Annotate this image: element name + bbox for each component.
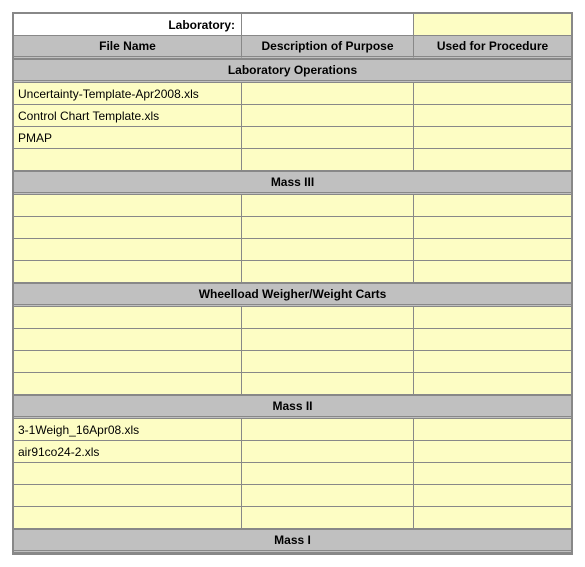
section-header: Mass II — [14, 394, 571, 419]
table-row: Uncertainty-Template-Apr2008.xls — [14, 83, 571, 105]
laboratory-value[interactable] — [242, 14, 414, 36]
cell-file-name[interactable]: PMAP — [14, 127, 242, 149]
cell-used-for[interactable] — [414, 351, 571, 373]
cell-file-name[interactable] — [14, 217, 242, 239]
cell-file-name[interactable] — [14, 507, 242, 529]
cell-description[interactable] — [242, 485, 414, 507]
cell-file-name[interactable] — [14, 261, 242, 283]
cell-used-for[interactable] — [414, 261, 571, 283]
cell-description[interactable] — [242, 419, 414, 441]
cell-used-for[interactable] — [414, 307, 571, 329]
table-row — [14, 261, 571, 283]
cell-description[interactable] — [242, 83, 414, 105]
cell-description[interactable] — [242, 127, 414, 149]
table-row: 3-1Weigh_16Apr08.xls — [14, 419, 571, 441]
cell-file-name[interactable] — [14, 149, 242, 171]
laboratory-row: Laboratory: — [14, 14, 571, 36]
table-row: Control Chart Template.xls — [14, 105, 571, 127]
cell-description[interactable] — [242, 195, 414, 217]
cell-used-for[interactable] — [414, 127, 571, 149]
cell-description[interactable] — [242, 105, 414, 127]
table-row: PMAP — [14, 127, 571, 149]
table-row — [14, 149, 571, 171]
cell-description[interactable] — [242, 307, 414, 329]
laboratory-spacer — [414, 14, 571, 36]
table-row — [14, 373, 571, 395]
section-header: Mass III — [14, 170, 571, 195]
header-file-name: File Name — [14, 36, 242, 59]
cell-description[interactable] — [242, 463, 414, 485]
cell-used-for[interactable] — [414, 507, 571, 529]
table-row — [14, 351, 571, 373]
laboratory-label: Laboratory: — [14, 14, 242, 36]
header-used-for: Used for Procedure — [414, 36, 571, 59]
section-header: Wheelload Weigher/Weight Carts — [14, 282, 571, 307]
cell-used-for[interactable] — [414, 105, 571, 127]
table-row — [14, 485, 571, 507]
cell-file-name[interactable] — [14, 351, 242, 373]
column-header-row: File Name Description of Purpose Used fo… — [14, 36, 571, 59]
cell-file-name[interactable]: air91co24-2.xls — [14, 441, 242, 463]
cell-description[interactable] — [242, 351, 414, 373]
cell-file-name[interactable] — [14, 463, 242, 485]
table-row: air91co24-2.xls — [14, 441, 571, 463]
table-row — [14, 195, 571, 217]
section-title: Mass I — [14, 528, 571, 553]
cell-used-for[interactable] — [414, 485, 571, 507]
table-row — [14, 217, 571, 239]
cell-description[interactable] — [242, 239, 414, 261]
cell-used-for[interactable] — [414, 463, 571, 485]
cell-used-for[interactable] — [414, 149, 571, 171]
cell-file-name[interactable]: Uncertainty-Template-Apr2008.xls — [14, 83, 242, 105]
cell-description[interactable] — [242, 261, 414, 283]
cell-description[interactable] — [242, 149, 414, 171]
cell-used-for[interactable] — [414, 217, 571, 239]
section-header: Laboratory Operations — [14, 58, 571, 83]
cell-description[interactable] — [242, 329, 414, 351]
cell-used-for[interactable] — [414, 441, 571, 463]
section-title: Mass II — [14, 394, 571, 419]
cell-used-for[interactable] — [414, 329, 571, 351]
cell-file-name[interactable]: 3-1Weigh_16Apr08.xls — [14, 419, 242, 441]
cell-used-for[interactable] — [414, 419, 571, 441]
table-row — [14, 507, 571, 529]
cell-description[interactable] — [242, 441, 414, 463]
section-header: Mass I — [14, 528, 571, 553]
cell-description[interactable] — [242, 507, 414, 529]
spreadsheet: Laboratory: File Name Description of Pur… — [12, 12, 573, 555]
table-row — [14, 463, 571, 485]
table-row — [14, 239, 571, 261]
cell-file-name[interactable] — [14, 329, 242, 351]
cell-used-for[interactable] — [414, 83, 571, 105]
section-title: Mass III — [14, 170, 571, 195]
cell-file-name[interactable] — [14, 373, 242, 395]
cell-used-for[interactable] — [414, 195, 571, 217]
header-description: Description of Purpose — [242, 36, 414, 59]
cell-file-name[interactable] — [14, 239, 242, 261]
section-title: Laboratory Operations — [14, 58, 571, 83]
cell-used-for[interactable] — [414, 373, 571, 395]
cell-file-name[interactable]: Control Chart Template.xls — [14, 105, 242, 127]
cell-used-for[interactable] — [414, 239, 571, 261]
section-title: Wheelload Weigher/Weight Carts — [14, 282, 571, 307]
table-row — [14, 307, 571, 329]
cell-description[interactable] — [242, 373, 414, 395]
cell-description[interactable] — [242, 217, 414, 239]
cell-file-name[interactable] — [14, 307, 242, 329]
cell-file-name[interactable] — [14, 485, 242, 507]
table-row — [14, 329, 571, 351]
cell-file-name[interactable] — [14, 195, 242, 217]
